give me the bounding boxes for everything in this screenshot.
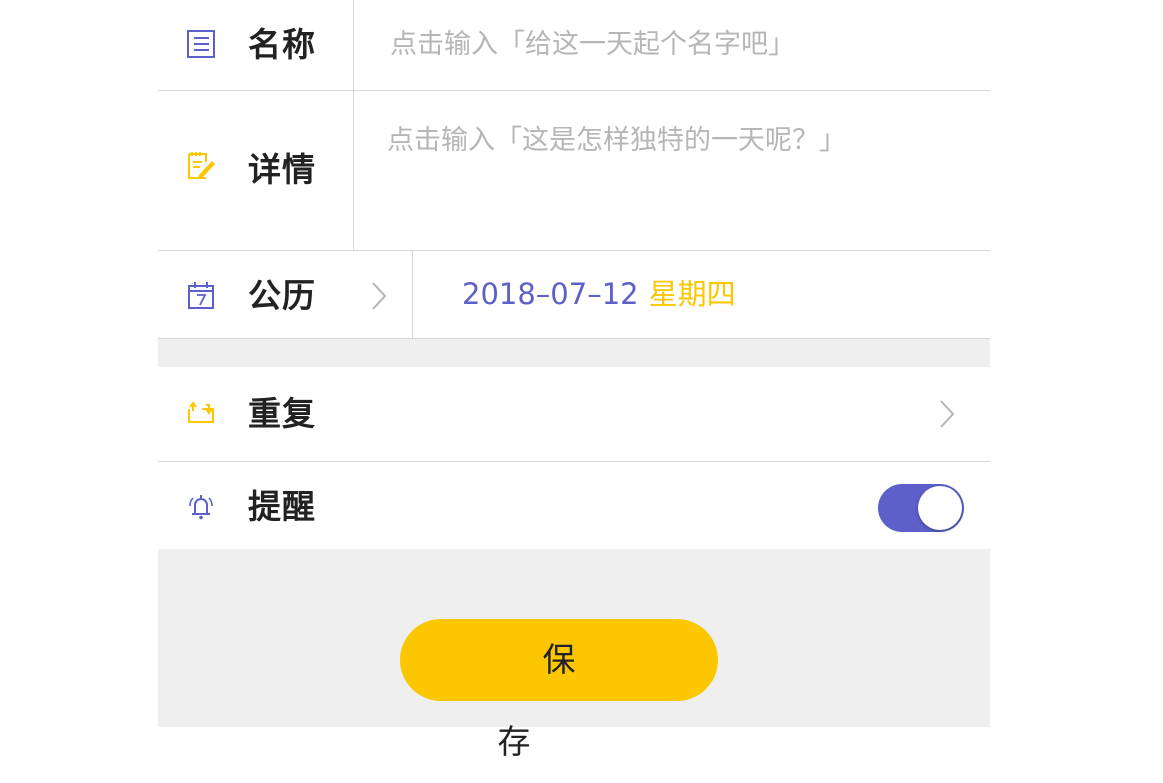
toggle-knob <box>918 486 962 530</box>
reminder-row: 提醒 <box>158 462 990 549</box>
calendar-label: 公历 <box>248 276 316 315</box>
event-form: 名称 点击输入「给这一天起个名字吧」 详情 点击输入「这是怎样独特的一天呢？」 … <box>158 0 990 761</box>
reminder-toggle[interactable] <box>878 484 964 532</box>
name-input[interactable]: 点击输入「给这一天起个名字吧」 <box>390 27 795 63</box>
calendar-7-icon <box>186 280 216 310</box>
name-label: 名称 <box>248 25 316 64</box>
divider <box>412 251 413 338</box>
details-row[interactable]: 详情 点击输入「这是怎样独特的一天呢？」 <box>158 91 990 250</box>
name-row[interactable]: 名称 点击输入「给这一天起个名字吧」 <box>158 0 990 90</box>
weekday-text: 星期四 <box>648 277 736 311</box>
reminder-label: 提醒 <box>248 487 316 526</box>
list-icon <box>186 29 216 59</box>
details-label: 详情 <box>248 150 316 189</box>
chevron-right-icon[interactable] <box>936 394 958 434</box>
details-input[interactable]: 点击输入「这是怎样独特的一天呢？」 <box>387 123 846 159</box>
divider <box>353 0 354 90</box>
calendar-date-value[interactable]: 2018–07–12 星期四 <box>462 274 736 314</box>
repeat-row[interactable]: 重复 <box>158 367 990 461</box>
note-pencil-icon <box>186 150 216 180</box>
bell-icon <box>186 492 216 522</box>
save-button[interactable]: 保存 <box>400 619 718 761</box>
save-button-label: 保存 <box>497 640 666 761</box>
repeat-label: 重复 <box>248 394 316 433</box>
divider <box>158 338 990 339</box>
divider <box>353 91 354 250</box>
date-text: 2018–07–12 <box>462 277 639 311</box>
repeat-icon <box>186 398 216 428</box>
chevron-right-icon[interactable] <box>368 276 390 316</box>
